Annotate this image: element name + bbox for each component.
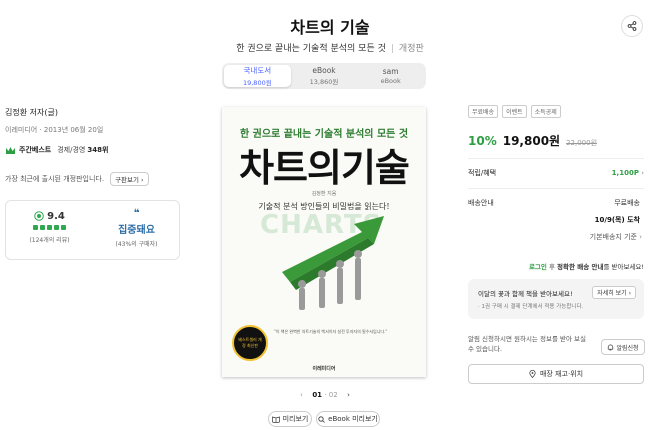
login-link[interactable]: 로그인: [529, 263, 547, 271]
store-stock-label: 매장 재고·위치: [539, 370, 584, 378]
ebook-preview-button[interactable]: eBook 미리보기: [316, 411, 380, 427]
edition-label: 개정판: [398, 44, 424, 54]
bouquet-details-label: 자세히 보기: [597, 290, 627, 297]
bell-icon: [608, 344, 614, 350]
share-button[interactable]: [621, 15, 643, 37]
page-subtitle: 한 권으로 끝내는 기술적 분석의 모든 것 | 개정판: [236, 44, 424, 54]
tab-price: 13,860원: [309, 78, 339, 86]
alarm-button[interactable]: 알림신청: [601, 339, 645, 355]
points-value: 1,100P: [611, 169, 639, 177]
review-stat[interactable]: ❝ 집중돼요 (43%의 구매자): [93, 208, 180, 249]
divider: [468, 158, 644, 159]
bouquet-details-button[interactable]: 자세히 보기 ›: [592, 286, 636, 299]
login-text-2: 를 받아보세요!: [603, 263, 644, 271]
cover-pager: ‹ 01 · 02 ›: [300, 391, 350, 399]
publisher-date: 이레미디어 · 2013년 06월 20일: [5, 126, 104, 134]
benefit-badges: 무료배송 이벤트 소득공제: [468, 105, 561, 118]
cover-quote: "이 책은 완벽한 차트기술의 백서이자 실전 투자자의 필수서입니다.": [274, 329, 388, 334]
old-edition-label: 구판보기: [115, 176, 139, 184]
tab-domestic-book[interactable]: 국내도서 19,800원: [224, 65, 291, 87]
badge-free-shipping: 무료배송: [468, 105, 499, 118]
cover-arrow-illustration: [282, 216, 384, 310]
quote-icon: ❝: [133, 208, 140, 219]
old-edition-button[interactable]: 구판보기 ›: [110, 172, 149, 186]
rating-stat[interactable]: 9.4 (124개의 리뷰): [6, 209, 93, 244]
chevron-right-icon: ›: [641, 169, 644, 177]
points-label: 적립/혜택: [468, 169, 497, 177]
preview-label: 미리보기: [282, 415, 309, 423]
alarm-button-label: 알림신청: [616, 344, 639, 352]
tab-price: eBook: [380, 77, 401, 85]
cover-author: 김정환 지음: [311, 191, 337, 197]
bouquet-title: 이달의 꽃과 함께 책을 받아보세요!: [478, 290, 573, 298]
bouquet-note: · 1권 구매 시 결제 단계에서 적용 가능합니다.: [478, 304, 584, 310]
share-icon: [627, 21, 637, 31]
review-ratio: (43%의 구매자): [115, 241, 158, 248]
bestseller-name: 주간베스트: [19, 146, 52, 154]
cover-badge: 베스트셀러 개정 최신판: [232, 325, 268, 361]
edition-note-text: 가장 최근에 출시된 개정판입니다.: [5, 175, 105, 183]
preview-button[interactable]: 미리보기: [268, 411, 312, 427]
delivery-note: 기본배송지 기준 ›: [590, 232, 642, 242]
rating-dots-icon: [33, 225, 66, 230]
delivery-note-text: 기본배송지 기준: [589, 233, 637, 241]
login-prompt: 로그인 후 정확한 배송 안내를 받아보세요!: [468, 261, 644, 271]
crown-icon: [6, 146, 15, 154]
pager-total: 02: [328, 391, 338, 399]
price-row: 10% 19,800원 22,000원: [468, 132, 597, 149]
subtitle-text: 한 권으로 끝내는 기술적 분석의 모든 것: [236, 44, 386, 54]
bouquet-promo: 이달의 꽃과 함께 책을 받아보세요! · 1권 구매 시 결제 단계에서 적용…: [468, 279, 644, 319]
book-open-icon: [271, 416, 280, 423]
bestseller-rank: 348위: [87, 146, 109, 154]
review-tag: 집중돼요: [118, 225, 155, 236]
original-price: 22,000원: [566, 139, 598, 147]
edition-note: 가장 최근에 출시된 개정판입니다. 구판보기 ›: [5, 172, 149, 186]
stats-box: 9.4 (124개의 리뷰) ❝ 집중돼요 (43%의 구매자): [5, 200, 180, 260]
badge-tax-deduction: 소득공제: [530, 105, 561, 118]
divider: [468, 188, 644, 189]
author-link[interactable]: 김정환 저자(글): [5, 107, 58, 118]
tab-label: 국내도서: [243, 66, 272, 75]
location-pin-icon: [529, 370, 536, 378]
tab-sam[interactable]: sam eBook: [357, 65, 424, 87]
tab-label: eBook: [312, 66, 336, 75]
page-title: 차트의 기술: [290, 18, 370, 37]
tab-ebook[interactable]: eBook 13,860원: [291, 65, 358, 87]
login-text-1: 후: [548, 263, 555, 271]
rating-count: (124개의 리뷰): [29, 237, 70, 244]
tab-label: sam: [382, 67, 399, 76]
discount-rate: 10%: [468, 134, 497, 148]
cover-title: 차트의기술: [239, 146, 410, 190]
next-page-icon[interactable]: ›: [347, 391, 350, 399]
format-tabs: 국내도서 19,800원 eBook 13,860원 sam eBook: [222, 63, 426, 89]
rating-value: 9.4: [47, 211, 65, 222]
rating-badge-icon: [34, 210, 44, 221]
shipping-fee: 무료배송: [614, 199, 640, 207]
prev-page-icon[interactable]: ‹: [300, 391, 303, 399]
points-row[interactable]: 적립/혜택 1,100P ›: [468, 168, 644, 178]
store-stock-button[interactable]: 매장 재고·위치: [468, 364, 644, 384]
tab-price: 19,800원: [242, 79, 272, 87]
bestseller-category[interactable]: 경제/경영: [57, 145, 85, 155]
sale-price: 19,800원: [502, 134, 561, 148]
badge-event: 이벤트: [502, 105, 527, 118]
login-text-bold: 정확한 배송 안내: [557, 263, 604, 271]
ebook-preview-label: eBook 미리보기: [328, 415, 378, 423]
pager-current: 01: [312, 391, 323, 399]
delivery-date: 10/9(목) 도착: [594, 216, 640, 224]
chevron-right-icon[interactable]: ›: [639, 233, 642, 241]
bestseller-row: 주간베스트 경제/경영 348위: [5, 145, 108, 155]
search-icon: [318, 415, 325, 423]
cover-publisher: 이레미디어: [312, 366, 336, 372]
book-cover-image[interactable]: 한 권으로 끝내는 기술적 분석의 모든 것 차트의기술 김정환 지음 기술적 …: [222, 107, 426, 377]
alarm-text: 알림 신청하시면 원하시는 정보를 받아 보실 수 있습니다.: [468, 335, 586, 353]
shipping-label: 배송안내: [468, 199, 494, 207]
